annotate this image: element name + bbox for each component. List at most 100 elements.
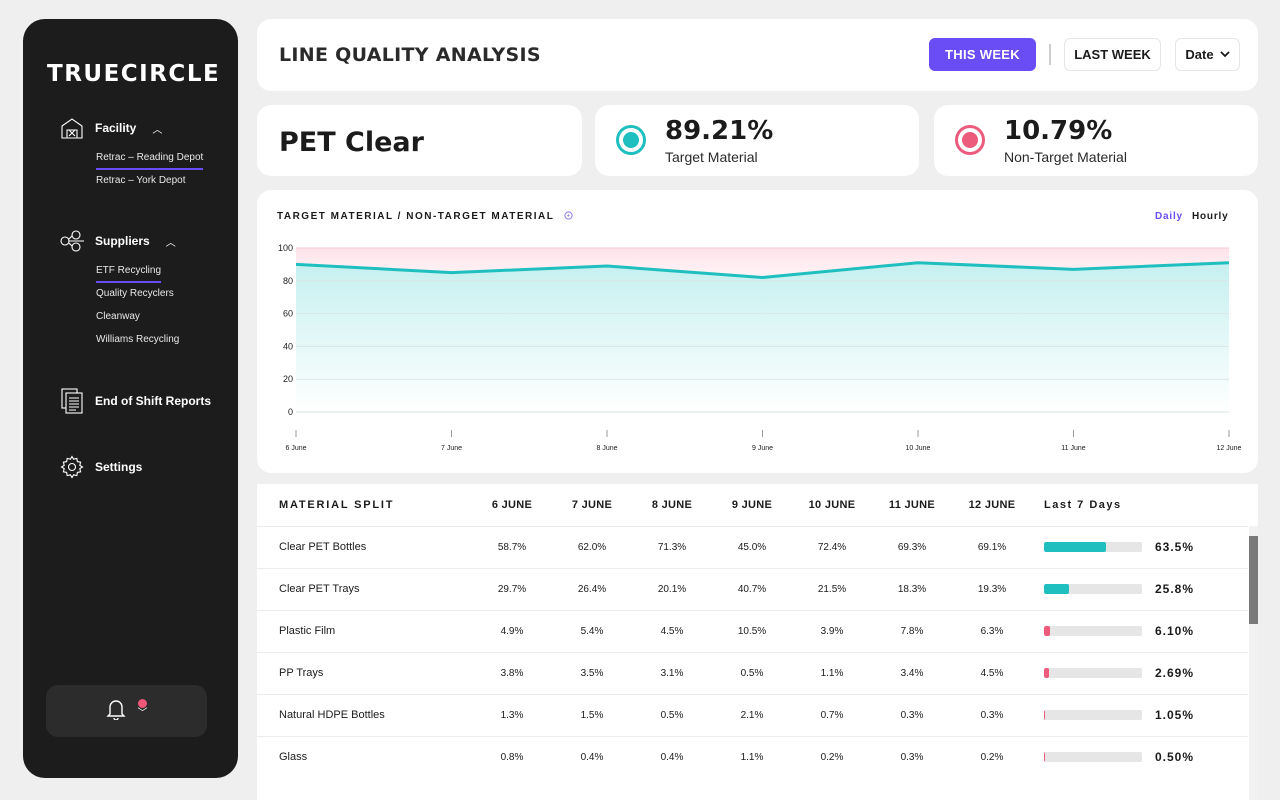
warehouse-icon (59, 115, 85, 141)
x-tick-label: 8 June (596, 445, 617, 452)
value-cell: 3.8% (472, 651, 552, 694)
value-cell: 72.4% (792, 525, 872, 568)
nav-suppliers[interactable]: Suppliers ︿ (59, 228, 229, 254)
value-cell: 0.7% (792, 693, 872, 736)
last-7-days-value: 2.69% (1154, 666, 1194, 680)
nav-settings[interactable]: Settings (59, 454, 229, 480)
target-material-card: 89.21% Target Material (595, 105, 919, 176)
nav-facility-label: Facility (95, 121, 137, 135)
last-7-days-cell: 63.5% (1032, 525, 1248, 568)
nav-item-york-depot[interactable]: Retrac – York Depot (96, 174, 229, 197)
nav-reports-label: End of Shift Reports (95, 394, 211, 408)
scrollbar-thumb[interactable] (1249, 536, 1258, 624)
y-tick-label: 0 (288, 407, 293, 417)
y-tick-label: 100 (278, 243, 293, 253)
y-tick-label: 60 (283, 309, 293, 319)
value-cell: 7.8% (872, 609, 952, 652)
nav-item-etf-recycling[interactable]: ETF Recycling (96, 264, 229, 287)
x-tick-label: 6 June (285, 445, 306, 452)
last-7-days-value: 6.10% (1154, 624, 1194, 638)
chevron-up-icon: ︿ (165, 237, 176, 249)
nav-item-williams-recycling[interactable]: Williams Recycling (96, 333, 229, 356)
column-header: MATERIAL SPLIT (279, 498, 395, 511)
last-7-days-value: 1.05% (1154, 708, 1194, 722)
column-header: 9 JUNE (731, 498, 773, 511)
material-card: PET Clear (257, 105, 582, 176)
value-cell: 20.1% (632, 567, 712, 610)
nav-item-quality-recyclers[interactable]: Quality Recyclers (96, 287, 229, 310)
y-tick-label: 40 (283, 341, 293, 351)
suppliers-icon (59, 228, 85, 254)
last-week-button[interactable]: LAST WEEK (1064, 38, 1161, 71)
nav-item-cleanway[interactable]: Cleanway (96, 310, 229, 333)
nav-facility[interactable]: Facility ︿ (59, 115, 229, 141)
nav-end-of-shift-reports[interactable]: End of Shift Reports (59, 388, 229, 414)
value-cell: 0.2% (792, 735, 872, 778)
notifications-button[interactable]: ﹀ (46, 685, 207, 737)
chevron-up-icon: ︿ (152, 124, 163, 136)
y-tick-label: 20 (283, 374, 293, 384)
y-tick-label: 80 (283, 276, 293, 286)
nav-item-reading-depot[interactable]: Retrac – Reading Depot (96, 151, 229, 174)
table-scrollbar[interactable] (1249, 526, 1258, 800)
progress-bar-fill (1044, 710, 1046, 720)
target-indicator-icon (616, 125, 646, 155)
non-target-value: 10.79% (1004, 116, 1113, 146)
nav-settings-label: Settings (95, 460, 143, 474)
table-row[interactable]: Glass 0.8% 0.4% 0.4% 1.1% 0.2% 0.3% 0.2% 0.50% (257, 735, 1248, 778)
table-row[interactable]: Natural HDPE Bottles 1.3% 1.5% 0.5% 2.1% 0.7%… (257, 693, 1248, 736)
x-tick-label: 9 June (752, 445, 773, 452)
document-icon (59, 388, 85, 414)
column-header: 6 JUNE (491, 498, 533, 511)
value-cell: 71.3% (632, 525, 712, 568)
progress-bar-fill (1044, 542, 1107, 552)
table-row[interactable]: PP Trays 3.8% 3.5% 3.1% 0.5% 1.1% 3.4% 4.5% 2.69… (257, 651, 1248, 694)
last-7-days-cell: 0.50% (1032, 735, 1248, 778)
target-label: Target Material (665, 149, 758, 165)
progress-bar-fill (1044, 668, 1049, 678)
brand-logo: TRUECIRCLE (47, 61, 221, 87)
date-dropdown[interactable]: Date (1175, 38, 1240, 71)
value-cell: 1.5% (552, 693, 632, 736)
table-row[interactable]: Clear PET Bottles 58.7% 62.0% 71.3% 45.0% 72.… (257, 525, 1248, 568)
divider (1049, 44, 1051, 65)
progress-bar (1044, 668, 1142, 678)
value-cell: 0.5% (712, 651, 792, 694)
progress-bar (1044, 542, 1142, 552)
x-tick-label: 7 June (441, 445, 462, 452)
value-cell: 0.5% (632, 693, 712, 736)
value-cell: 26.4% (552, 567, 632, 610)
value-cell: 69.1% (952, 525, 1032, 568)
table-header-row: MATERIAL SPLIT 6 JUNE 7 JUNE 8 JUNE 9 JUNE 10… (257, 484, 1248, 526)
value-cell: 0.8% (472, 735, 552, 778)
x-tick-label: 11 June (1061, 445, 1085, 452)
value-cell: 0.3% (872, 693, 952, 736)
this-week-button[interactable]: THIS WEEK (929, 38, 1036, 71)
nav-section-reports: End of Shift Reports (59, 388, 229, 414)
non-target-label: Non-Target Material (1004, 149, 1127, 165)
progress-bar-fill (1044, 626, 1050, 636)
value-cell: 5.4% (552, 609, 632, 652)
target-value: 89.21% (665, 116, 774, 146)
non-target-indicator-icon (955, 125, 985, 155)
last-7-days-value: 0.50% (1154, 750, 1194, 765)
last-7-days-cell: 1.05% (1032, 693, 1248, 736)
value-cell: 1.1% (792, 651, 872, 694)
table-row[interactable]: Clear PET Trays 29.7% 26.4% 20.1% 40.7% 21.5%… (257, 567, 1248, 610)
material-name-cell: Clear PET Trays (257, 567, 472, 610)
value-cell: 40.7% (712, 567, 792, 610)
column-header: 7 JUNE (571, 498, 613, 511)
progress-bar (1044, 710, 1142, 720)
value-cell: 3.4% (872, 651, 952, 694)
table-row[interactable]: Plastic Film 4.9% 5.4% 4.5% 10.5% 3.9% 7.8% 6.3… (257, 609, 1248, 652)
value-cell: 18.3% (872, 567, 952, 610)
value-cell: 0.3% (872, 735, 952, 778)
progress-bar-fill (1044, 584, 1070, 594)
x-tick-label: 12 June (1217, 445, 1242, 452)
target-area (296, 262, 1229, 412)
value-cell: 0.4% (552, 735, 632, 778)
value-cell: 6.3% (952, 609, 1032, 652)
value-cell: 4.5% (952, 651, 1032, 694)
column-header: 10 JUNE (808, 498, 856, 511)
progress-bar (1044, 584, 1142, 594)
